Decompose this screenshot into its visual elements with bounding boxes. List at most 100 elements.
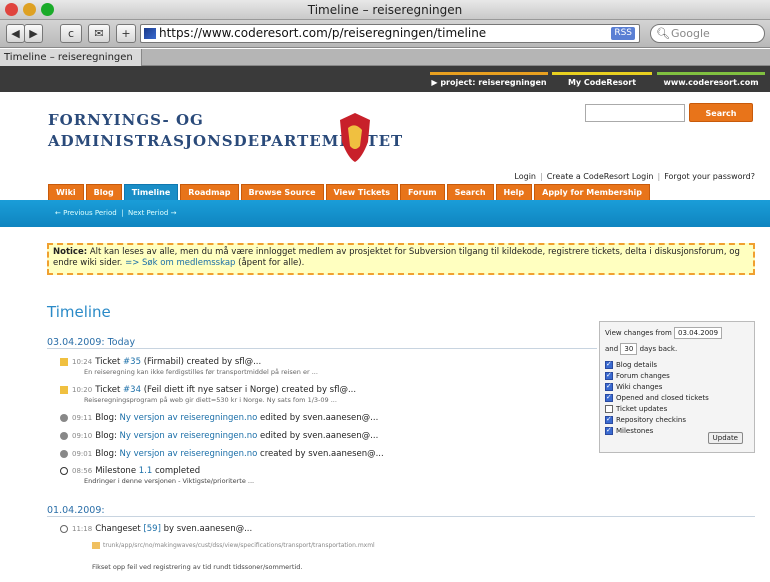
filter-option[interactable]: Opened and closed tickets xyxy=(605,393,749,402)
user-icon xyxy=(60,431,68,440)
sub-navbar: ← Previous Period | Next Period → xyxy=(0,200,770,227)
changeset-icon xyxy=(60,524,68,533)
mycoderesort-link[interactable]: My CodeResort (login) xyxy=(552,72,652,105)
ticket-34-link[interactable]: #34 xyxy=(123,385,141,395)
tab-timeline[interactable]: Timeline xyxy=(123,184,179,200)
filter-option[interactable]: Forum changes xyxy=(605,371,749,380)
coderesort-site-link[interactable]: www.coderesort.com xyxy=(657,72,765,92)
mycoderesort-label: My CodeResort (login) xyxy=(567,78,637,105)
entry-suffix: (Firmabil) created by sfl@... xyxy=(141,357,262,367)
main-nav: Wiki Blog Timeline Roadmap Browse Source… xyxy=(48,184,650,200)
from-label: View changes from xyxy=(605,329,672,337)
browser-tab[interactable]: Timeline – reiseregningen xyxy=(0,49,142,66)
url-bar[interactable]: https://www.coderesort.com/p/reiseregnin… xyxy=(140,24,640,43)
timeline-entry: 10:20 Ticket #34 (Feil diett ift nye sats… xyxy=(60,385,356,404)
entry-time: 11:18 xyxy=(72,525,93,533)
google-search-input[interactable]: 🔍︎ Google xyxy=(650,24,765,43)
reload-button[interactable]: c xyxy=(60,24,82,43)
day-header-today: 03.04.2009: Today xyxy=(47,337,597,349)
create-login-link[interactable]: Create a CodeResort Login xyxy=(547,172,654,181)
notice-box: Notice: Alt kan leses av alle, men du må… xyxy=(47,243,755,275)
entry-suffix: completed xyxy=(152,466,201,476)
entry-prefix: Milestone xyxy=(95,466,139,476)
login-link[interactable]: Login xyxy=(514,172,536,181)
search-project-button[interactable]: Search project xyxy=(689,103,753,137)
changeset-path-text[interactable]: trunk/app/src/no/makingwaves/cust/dss/vi… xyxy=(103,542,375,549)
blog-post-link[interactable]: Ny versjon av reiseregningen.no xyxy=(120,449,258,459)
filter-option-label: Forum changes xyxy=(616,372,670,380)
previous-period-link[interactable]: ← Previous Period xyxy=(55,209,117,217)
filter-checkbox[interactable] xyxy=(605,382,613,391)
login-links: Login | Create a CodeResort Login | Forgot y… xyxy=(514,172,755,181)
add-bookmark-button[interactable]: + xyxy=(116,24,136,43)
filter-option[interactable]: Ticket updates xyxy=(605,405,749,413)
filter-checkbox[interactable] xyxy=(605,426,613,435)
from-date-input[interactable]: 03.04.2009 xyxy=(674,327,723,339)
entry-prefix: Ticket xyxy=(95,385,124,395)
search-icon: 🔍︎ xyxy=(656,27,670,40)
timeline-entry: 09:10 Blog: Ny versjon av reiseregningen.… xyxy=(60,431,378,441)
filter-option-label: Wiki changes xyxy=(616,383,663,391)
forgot-password-link[interactable]: Forgot your password? xyxy=(664,172,755,181)
blog-post-link[interactable]: Ny versjon av reiseregningen.no xyxy=(120,413,258,423)
project-link[interactable]: ▶ project: reiseregningen xyxy=(430,72,548,92)
filter-checkbox[interactable] xyxy=(605,393,613,402)
site-topbar: ▶ project: reiseregningen My CodeResort … xyxy=(0,66,770,105)
changeset-link[interactable]: [59] xyxy=(143,524,160,534)
minimize-window-button[interactable] xyxy=(23,3,36,16)
filter-checkbox[interactable] xyxy=(605,415,613,424)
close-window-button[interactable] xyxy=(5,3,18,16)
filter-option-label: Blog details xyxy=(616,361,658,369)
ticket-icon xyxy=(60,357,68,366)
milestone-link[interactable]: 1.1 xyxy=(139,466,153,476)
changeset-path: trunk/app/src/no/makingwaves/cust/dss/vi… xyxy=(92,542,375,549)
tab-blog[interactable]: Blog xyxy=(85,184,122,200)
tab-wiki[interactable]: Wiki xyxy=(48,184,84,200)
window-titlebar: Timeline – reiseregningen xyxy=(0,0,770,20)
entry-time: 08:56 xyxy=(72,467,93,475)
window-controls xyxy=(5,3,54,16)
membership-link[interactable]: => Søk om medlemsskap xyxy=(125,258,235,268)
zoom-window-button[interactable] xyxy=(41,3,54,16)
blog-post-link[interactable]: Ny versjon av reiseregningen.no xyxy=(120,431,258,441)
tab-roadmap[interactable]: Roadmap xyxy=(180,184,239,200)
tab-help[interactable]: Help xyxy=(495,184,533,200)
coderesort-site-label: www.coderesort.com xyxy=(663,78,759,87)
tab-forum[interactable]: Forum xyxy=(399,184,445,200)
folder-icon xyxy=(92,542,100,549)
filter-checkbox[interactable] xyxy=(605,360,613,369)
url-text: https://www.coderesort.com/p/reiseregnin… xyxy=(159,26,487,40)
filter-checkbox[interactable] xyxy=(605,371,613,380)
filter-panel: View changes from 03.04.2009 and 30 days… xyxy=(599,321,755,453)
filter-checkbox[interactable] xyxy=(605,405,613,413)
entry-time: 10:20 xyxy=(72,386,93,394)
filter-option[interactable]: Wiki changes xyxy=(605,382,749,391)
tab-view-tickets[interactable]: View Tickets xyxy=(325,184,398,200)
filter-option-label: Opened and closed tickets xyxy=(616,394,709,402)
filter-option[interactable]: Blog details xyxy=(605,360,749,369)
entry-summary: Reiseregningsprogram på web gir diett=53… xyxy=(84,396,337,404)
project-search-input[interactable] xyxy=(585,104,685,122)
timeline-entry: 10:24 Ticket #35 (Firmabil) created by sf… xyxy=(60,357,318,376)
ticket-35-link[interactable]: #35 xyxy=(123,357,141,367)
entry-summary: Endringer i denne versjonen - Viktigste/… xyxy=(84,477,255,485)
entry-prefix: Blog: xyxy=(95,413,120,423)
bookmark-button[interactable]: ✉ xyxy=(88,24,110,43)
changeset-message: Fikset opp feil ved registrering av tid … xyxy=(92,563,303,571)
tab-search[interactable]: Search xyxy=(446,184,494,200)
tab-apply-membership[interactable]: Apply for Membership xyxy=(534,184,650,200)
lion-emblem-icon xyxy=(340,113,370,162)
days-back-input[interactable]: 30 xyxy=(620,343,638,355)
tab-browse-source[interactable]: Browse Source xyxy=(240,184,324,200)
timeline-entry: 11:18 Changeset [59] by sven.aanesen@... xyxy=(60,524,252,534)
page-title: Timeline xyxy=(47,303,111,321)
rss-button[interactable]: RSS xyxy=(611,27,635,40)
next-period-link[interactable]: Next Period → xyxy=(128,209,176,217)
update-button[interactable]: Update xyxy=(707,432,743,444)
favicon-icon xyxy=(144,28,156,39)
entry-prefix: Changeset xyxy=(95,524,144,534)
filter-option[interactable]: Repository checkins xyxy=(605,415,749,424)
forward-button[interactable]: ▶ xyxy=(24,24,43,43)
user-icon xyxy=(60,413,68,422)
back-button[interactable]: ◀ xyxy=(6,24,25,43)
